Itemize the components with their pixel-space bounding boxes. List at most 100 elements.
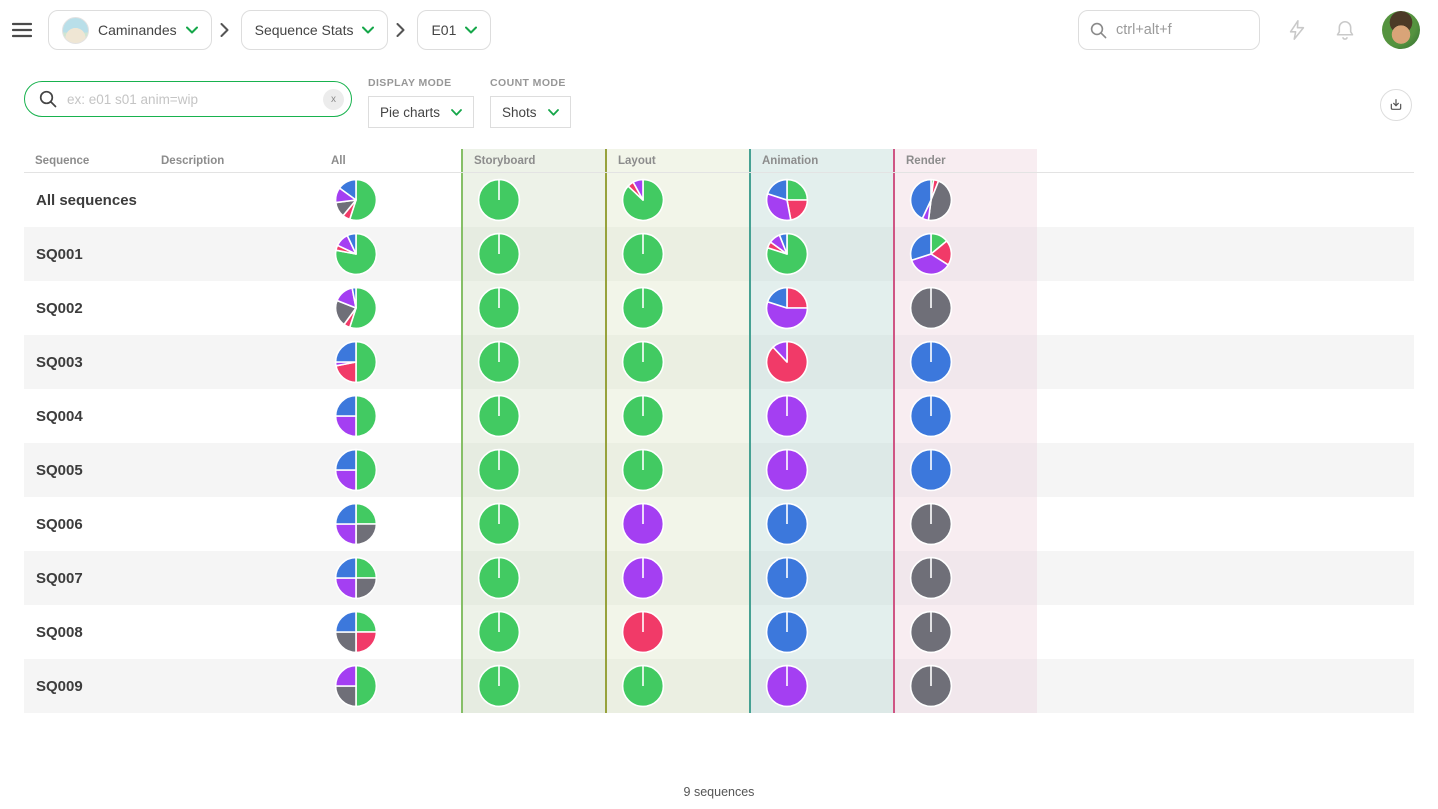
status-pie-chart — [334, 610, 378, 654]
episode-selector[interactable]: E01 — [417, 10, 491, 50]
sequence-name: All sequences — [24, 173, 150, 227]
status-pie-chart — [765, 664, 809, 708]
user-avatar[interactable] — [1382, 11, 1420, 49]
status-pie-chart — [477, 556, 521, 600]
all-pie-cell — [320, 443, 461, 497]
storyboard-pie-cell — [461, 443, 605, 497]
row-filler — [1037, 173, 1414, 227]
count-mode-select[interactable]: Shots — [490, 96, 571, 128]
sequence-stats-table: Sequence Description All Storyboard Layo… — [24, 149, 1414, 713]
sequence-name: SQ008 — [24, 605, 150, 659]
display-mode-value: Pie charts — [380, 105, 440, 120]
status-pie-chart — [621, 502, 665, 546]
status-pie-chart — [334, 664, 378, 708]
render-pie-cell — [893, 605, 1037, 659]
timesheet-flash-icon[interactable] — [1286, 18, 1308, 42]
row-filler — [1037, 443, 1414, 497]
filter-bar: x DISPLAY MODE Pie charts COUNT MODE Sho… — [0, 60, 1438, 128]
status-pie-chart — [621, 448, 665, 492]
table-header: Sequence Description All Storyboard Layo… — [24, 149, 1414, 173]
chevron-down-icon — [465, 26, 477, 34]
animation-pie-cell — [749, 173, 893, 227]
row-filler — [1037, 389, 1414, 443]
table-row: All sequences — [24, 173, 1414, 227]
clear-search-button[interactable]: x — [323, 89, 344, 110]
display-mode-group: DISPLAY MODE Pie charts — [368, 77, 474, 128]
sequence-description — [150, 335, 320, 389]
table-row: SQ006 — [24, 497, 1414, 551]
layout-pie-cell — [605, 173, 749, 227]
global-search-input[interactable] — [1116, 22, 1236, 38]
global-search[interactable] — [1078, 10, 1260, 50]
table-row: SQ008 — [24, 605, 1414, 659]
storyboard-pie-cell — [461, 497, 605, 551]
table-row: SQ009 — [24, 659, 1414, 713]
sequence-filter-search[interactable]: x — [24, 81, 352, 117]
sequence-description — [150, 551, 320, 605]
chevron-down-icon — [186, 26, 198, 34]
sequence-description — [150, 173, 320, 227]
sequence-description — [150, 443, 320, 497]
column-header-filler — [1037, 149, 1414, 172]
table-row: SQ003 — [24, 335, 1414, 389]
status-pie-chart — [909, 340, 953, 384]
status-pie-chart — [621, 556, 665, 600]
layout-pie-cell — [605, 335, 749, 389]
status-pie-chart — [909, 610, 953, 654]
status-pie-chart — [765, 340, 809, 384]
status-pie-chart — [477, 286, 521, 330]
page-selector[interactable]: Sequence Stats — [241, 10, 389, 50]
status-pie-chart — [477, 664, 521, 708]
sequence-description — [150, 389, 320, 443]
animation-pie-cell — [749, 227, 893, 281]
animation-pie-cell — [749, 551, 893, 605]
export-csv-button[interactable] — [1380, 89, 1412, 121]
count-mode-label: COUNT MODE — [490, 77, 571, 89]
status-pie-chart — [334, 394, 378, 438]
status-pie-chart — [477, 502, 521, 546]
row-filler — [1037, 605, 1414, 659]
render-pie-cell — [893, 443, 1037, 497]
status-pie-chart — [334, 232, 378, 276]
sequence-name: SQ001 — [24, 227, 150, 281]
status-pie-chart — [765, 394, 809, 438]
production-selector[interactable]: Caminandes — [48, 10, 212, 50]
row-filler — [1037, 281, 1414, 335]
status-pie-chart — [477, 394, 521, 438]
sequence-name: SQ005 — [24, 443, 150, 497]
sequence-filter-input[interactable] — [67, 92, 313, 107]
column-header-layout: Layout — [605, 149, 749, 172]
notification-bell-icon[interactable] — [1334, 18, 1356, 42]
status-pie-chart — [477, 340, 521, 384]
status-pie-chart — [765, 286, 809, 330]
all-pie-cell — [320, 281, 461, 335]
row-filler — [1037, 335, 1414, 389]
status-pie-chart — [477, 448, 521, 492]
sequence-count: 9 sequences — [0, 785, 1438, 799]
hamburger-menu-icon[interactable] — [0, 0, 44, 60]
table-body: All sequencesSQ001SQ002SQ003SQ004SQ005SQ… — [24, 173, 1414, 713]
layout-pie-cell — [605, 443, 749, 497]
sequence-description — [150, 227, 320, 281]
all-pie-cell — [320, 173, 461, 227]
sequence-description — [150, 497, 320, 551]
row-filler — [1037, 497, 1414, 551]
row-filler — [1037, 227, 1414, 281]
storyboard-pie-cell — [461, 605, 605, 659]
sequence-name: SQ002 — [24, 281, 150, 335]
sequence-name: SQ007 — [24, 551, 150, 605]
download-icon — [1388, 97, 1404, 113]
render-pie-cell — [893, 281, 1037, 335]
breadcrumb-separator-icon — [396, 23, 405, 37]
all-pie-cell — [320, 389, 461, 443]
status-pie-chart — [909, 394, 953, 438]
table-row: SQ007 — [24, 551, 1414, 605]
row-filler — [1037, 659, 1414, 713]
render-pie-cell — [893, 659, 1037, 713]
display-mode-select[interactable]: Pie charts — [368, 96, 474, 128]
episode-selector-label: E01 — [431, 22, 456, 38]
status-pie-chart — [909, 232, 953, 276]
status-pie-chart — [334, 448, 378, 492]
render-pie-cell — [893, 551, 1037, 605]
animation-pie-cell — [749, 497, 893, 551]
